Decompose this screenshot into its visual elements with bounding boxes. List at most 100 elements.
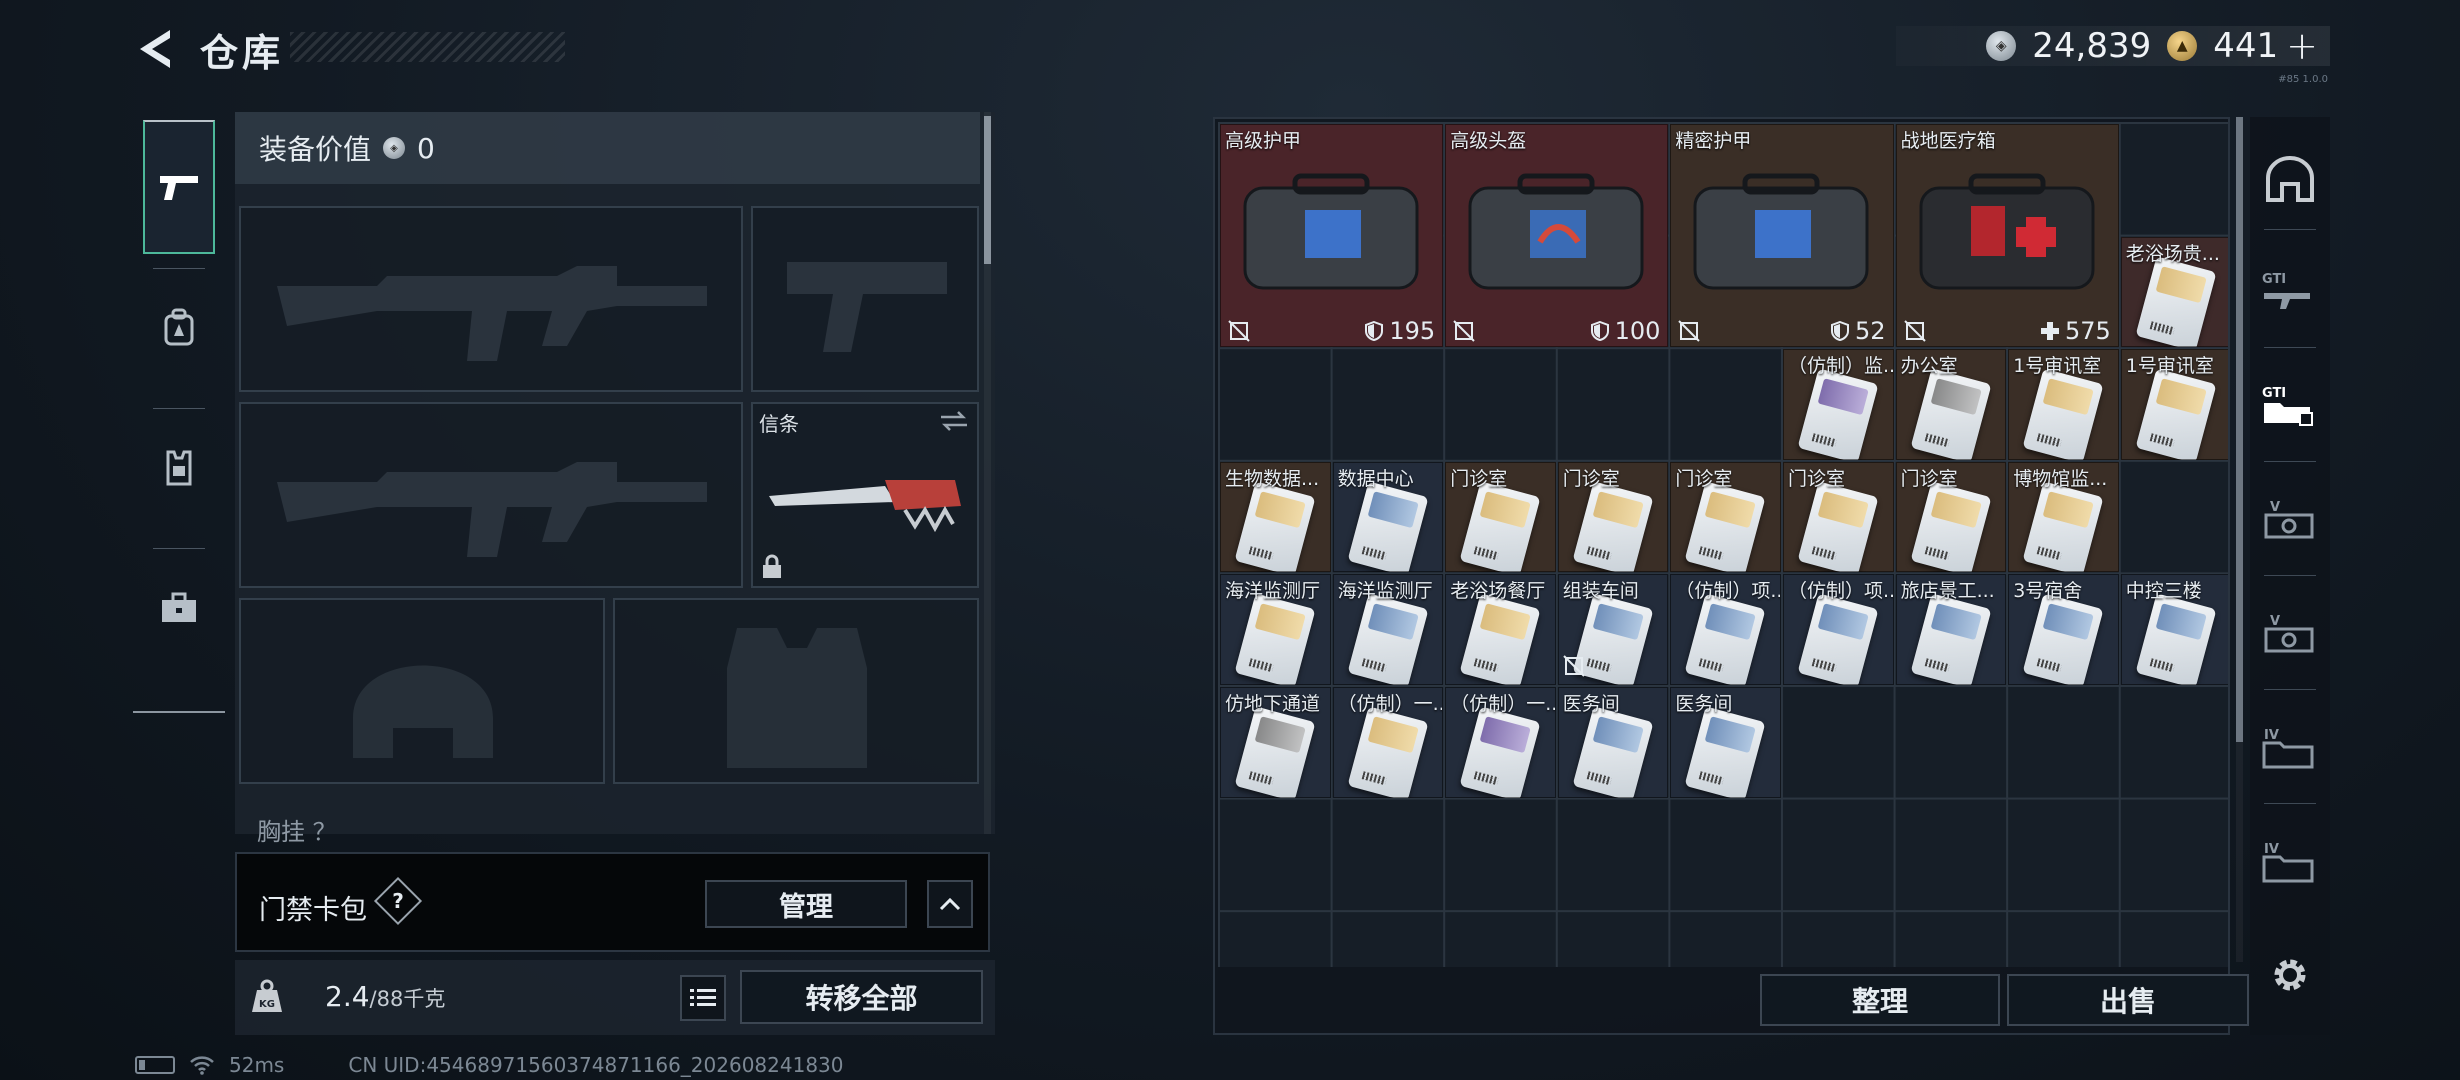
armor-slot[interactable] <box>613 598 979 784</box>
no-insure-icon <box>1903 320 1926 342</box>
nav-backpack[interactable] <box>133 258 225 398</box>
warehouse-item-keycard[interactable]: 老浴场餐厅 <box>1445 574 1556 685</box>
warehouse-item-keycard[interactable]: 海洋监测厅 <box>1220 574 1331 685</box>
sidearm-slot[interactable] <box>751 206 979 392</box>
warehouse-item-keycard[interactable]: 门诊室 <box>1895 461 2007 573</box>
warehouse-grid: 高级护甲 195 高级头盔 100 精密护甲 52 战地医疗箱 575 老浴场贵... （仿制）监… <box>1218 122 2228 967</box>
warehouse-item-keycard[interactable]: 门诊室 <box>1557 461 1669 573</box>
no-insure-icon <box>1228 320 1250 342</box>
v-case-icon: V <box>2264 500 2314 539</box>
melee-slot[interactable]: 信条 <box>751 402 979 588</box>
warehouse-item-keycard[interactable]: 1号审讯室 <box>2008 349 2119 460</box>
no-insure-icon <box>1678 320 1701 342</box>
storage-tab-iv-folder-1[interactable]: IV <box>2258 715 2322 779</box>
warehouse-item-keycard[interactable]: 门诊室 <box>1445 461 1556 573</box>
add-currency-button[interactable]: + <box>2286 24 2318 68</box>
warehouse-item-keycard[interactable]: （仿制）项... <box>1670 574 1781 685</box>
item-name: 门诊室 <box>1562 467 1620 490</box>
keycard-icon <box>1234 706 1316 798</box>
warehouse-item-keycard[interactable]: 医务间 <box>1557 687 1669 798</box>
warehouse-item-large[interactable]: 高级护甲 195 <box>1220 124 1444 348</box>
warehouse-item-keycard[interactable]: （仿制）监... <box>1783 349 1894 460</box>
rifle-silhouette-icon <box>277 266 707 361</box>
page-title: 仓库 <box>200 31 285 75</box>
warehouse-item-keycard[interactable]: 仿地下通道 <box>1220 687 1331 798</box>
item-name: （仿制）监... <box>1788 355 1893 378</box>
warehouse-item-keycard[interactable]: （仿制）一... <box>1445 687 1556 798</box>
warehouse-item-keycard[interactable]: 门诊室 <box>1783 461 1894 573</box>
item-name: 医务间 <box>1675 693 1733 715</box>
equipment-scroll-thumb[interactable] <box>984 116 991 264</box>
warehouse-item-keycard[interactable]: （仿制）项... <box>1783 574 1894 685</box>
sell-button[interactable]: 出售 <box>2007 974 2249 1026</box>
uid-label: CN UID:454689715603748711​66_20260824183… <box>348 1053 844 1077</box>
warehouse-item-keycard[interactable]: 数据中心 <box>1332 461 1444 573</box>
item-footer: 195 <box>1220 315 1443 347</box>
transfer-all-button[interactable]: 转移全部 <box>740 970 983 1024</box>
gear-bag-icon <box>1693 173 1869 290</box>
pistol-silhouette-icon <box>787 262 947 352</box>
warehouse-item-keycard[interactable]: 中控三楼 <box>2120 574 2228 685</box>
warehouse-scroll-thumb[interactable] <box>2236 117 2243 742</box>
warehouse-item-keycard[interactable]: 海洋监测厅 <box>1332 574 1444 685</box>
equipment-nav <box>133 108 225 713</box>
item-name: 门诊室 <box>1450 467 1508 490</box>
warehouse-panel: 高级护甲 195 高级头盔 100 精密护甲 52 战地医疗箱 575 老浴场贵... （仿制）监… <box>1213 117 2249 1035</box>
storage-tab-gti-rifle[interactable]: GTI <box>2258 259 2322 323</box>
keycard-icon <box>2022 593 2104 685</box>
helmet-slot[interactable] <box>239 598 605 784</box>
toolbox-icon <box>162 592 196 622</box>
item-name: 数据中心 <box>1337 467 1414 490</box>
warehouse-item-keycard[interactable]: （仿制）一... <box>1332 687 1444 798</box>
warehouse-item-keycard[interactable]: 老浴场贵... <box>2120 236 2228 348</box>
item-name: （仿制）项... <box>1675 580 1780 603</box>
back-arrow-icon[interactable] <box>130 24 180 74</box>
keycard-icon <box>1347 706 1429 798</box>
item-name: （仿制）一... <box>1337 693 1443 715</box>
storage-tab-iv-folder-2[interactable]: IV <box>2258 829 2322 893</box>
warehouse-item-keycard[interactable]: 3号宿舍 <box>2008 574 2119 685</box>
keycard-icon <box>1347 593 1429 685</box>
secondary-weapon-slot[interactable] <box>239 402 743 588</box>
warehouse-item-keycard[interactable]: 1号审讯室 <box>2120 349 2228 460</box>
swap-arrows-icon[interactable] <box>939 410 969 432</box>
warehouse-item-keycard[interactable]: 旅店景工... <box>1895 574 2007 685</box>
warehouse-item-large[interactable]: 高级头盔 100 <box>1445 124 1669 348</box>
shield-icon <box>1590 321 1609 342</box>
storage-tab-v-case-1[interactable]: V <box>2258 487 2322 551</box>
sort-button[interactable]: 整理 <box>1760 974 2000 1026</box>
item-stat: 100 <box>1590 317 1660 345</box>
settings-button[interactable] <box>2258 943 2322 1007</box>
knife-icon <box>769 480 961 533</box>
storage-tab-v-case-2[interactable]: V <box>2258 601 2322 665</box>
item-name: 高级头盔 <box>1450 130 1527 152</box>
keycard-icon <box>1459 706 1541 798</box>
item-name: 海洋监测厅 <box>1337 580 1433 603</box>
keycard-icon <box>1797 481 1879 573</box>
storage-tab-dome[interactable] <box>2258 147 2322 211</box>
nav-case[interactable] <box>133 538 225 678</box>
help-icon[interactable]: ? <box>373 876 423 926</box>
warehouse-item-keycard[interactable]: 办公室 <box>1895 349 2007 460</box>
storage-tab-gti-case[interactable]: GTI <box>2258 373 2322 437</box>
card-pack-label: 门禁卡包 <box>259 895 367 926</box>
nav-weapons[interactable] <box>143 120 215 254</box>
version-label: #85 1.0.0 <box>2278 74 2328 85</box>
warehouse-item-keycard[interactable]: 门诊室 <box>1670 461 1781 573</box>
warehouse-item-keycard[interactable]: 医务间 <box>1670 687 1781 798</box>
warehouse-item-large[interactable]: 精密护甲 52 <box>1670 124 1894 348</box>
keycard-icon <box>2135 255 2217 348</box>
manage-button[interactable]: 管理 <box>705 880 907 928</box>
nav-vest[interactable] <box>133 398 225 538</box>
list-view-button[interactable] <box>680 975 726 1021</box>
card-pack-bar: 门禁卡包 ? 管理 <box>235 852 990 952</box>
item-name: 海洋监测厅 <box>1225 580 1321 603</box>
warehouse-item-large[interactable]: 战地医疗箱 575 <box>1895 124 2119 348</box>
item-name: 高级护甲 <box>1225 130 1302 152</box>
warehouse-item-keycard[interactable]: 生物数据... <box>1220 461 1331 573</box>
svg-text:V: V <box>2270 500 2280 515</box>
melee-label: 信条 <box>759 412 799 436</box>
primary-weapon-slot[interactable] <box>239 206 743 392</box>
collapse-button[interactable] <box>927 880 973 928</box>
warehouse-item-keycard[interactable]: 博物馆监... <box>2008 461 2119 573</box>
